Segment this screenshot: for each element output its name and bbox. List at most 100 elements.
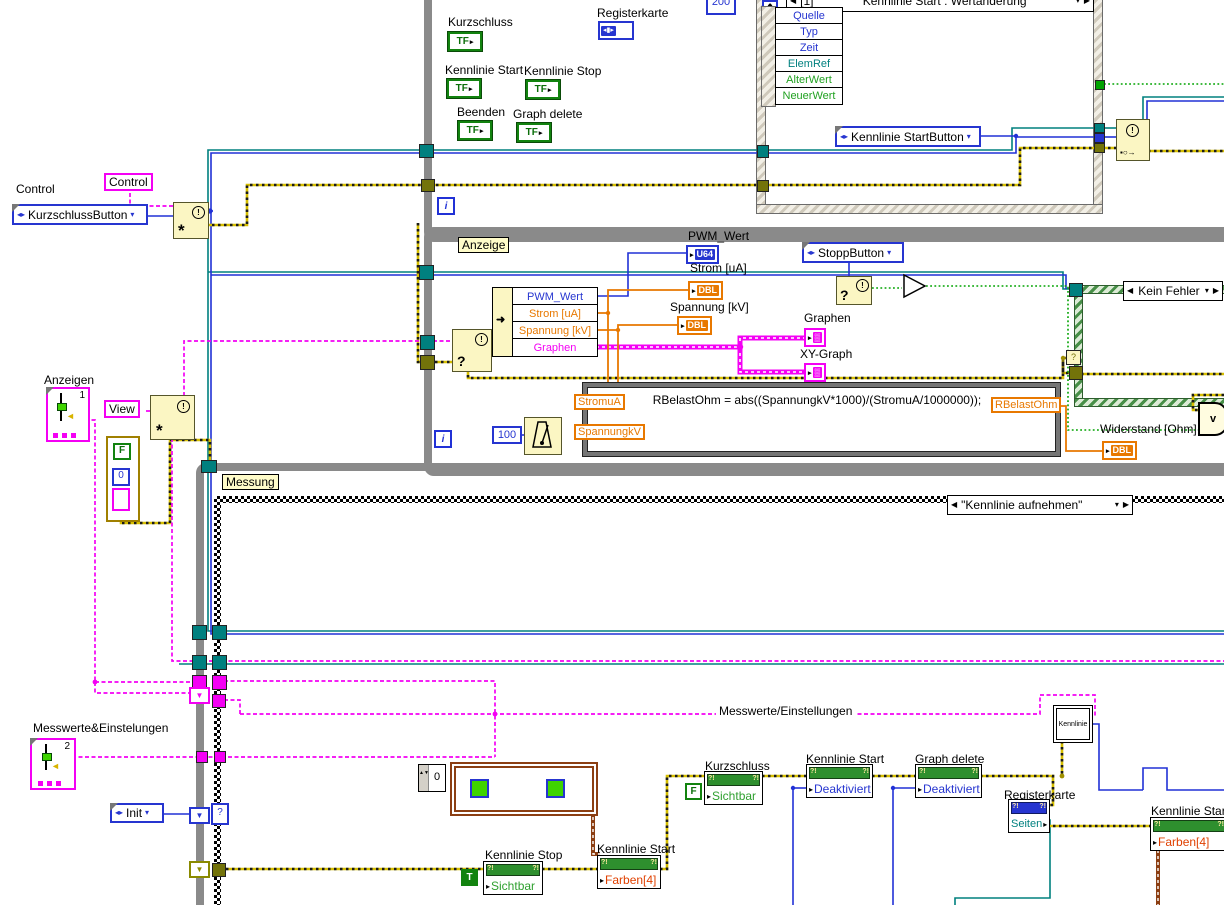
next-case-icon[interactable]: ▶ <box>1123 501 1129 509</box>
dropdown-icon[interactable]: ▾ <box>967 132 971 141</box>
kennlinie-stop-terminal[interactable]: TF ▸ <box>525 79 561 100</box>
tunnel[interactable] <box>420 335 435 350</box>
control-string-constant[interactable]: Control <box>104 173 153 191</box>
case-tunnel-question[interactable]: ? <box>211 803 229 825</box>
dropdown-icon[interactable]: ▾ <box>145 809 149 817</box>
init-enum-constant[interactable]: ◂▸ Init ▾ <box>110 803 164 823</box>
anzeigen-control-terminal[interactable]: 1 ◄ <box>46 387 90 442</box>
kennlinie-stop-property-node[interactable]: ?!?! ▸ Sichtbar <box>483 861 543 895</box>
formula-node[interactable]: RBelastOhm = abs((SpannungkV*1000)/(Stro… <box>583 383 1060 456</box>
formula-input-stromua[interactable]: StromuA <box>574 394 625 410</box>
tunnel[interactable] <box>212 675 227 690</box>
messung-case-selector[interactable]: ◀ "Kennlinie aufnehmen" ▾ ▶ <box>947 495 1133 515</box>
tunnel[interactable] <box>419 144 434 158</box>
numeric-zero-constant[interactable]: 0 <box>112 468 130 486</box>
prev-case-icon[interactable]: ◀ <box>951 501 957 509</box>
array-index-box[interactable]: ▲▼ 0 <box>418 764 446 792</box>
kennlinie-start-farben2-property-node[interactable]: ?!?! ▸ Farben[4] <box>1150 817 1224 851</box>
registerkarte-property-node[interactable]: ?!?! Seiten ▸ <box>1008 799 1050 833</box>
beenden-terminal[interactable]: TF ▸ <box>457 120 493 141</box>
event-structure-border-right[interactable] <box>1093 0 1103 214</box>
timeout-constant[interactable]: 200 <box>706 0 736 15</box>
kennlinie-start-farben-property-node[interactable]: ?!?! ▸ Farben[4] <box>597 855 661 889</box>
tunnel[interactable] <box>212 655 227 670</box>
index-arrows-icon[interactable]: ▲▼ <box>419 765 429 791</box>
error-cluster-constant[interactable]: F 0 <box>106 436 140 522</box>
tunnel[interactable] <box>1069 283 1083 297</box>
shift-register-left[interactable]: ▼ <box>189 807 210 824</box>
color-array-constant[interactable] <box>450 762 598 816</box>
graph-delete-terminal[interactable]: TF ▸ <box>516 122 552 143</box>
dropdown-icon[interactable]: ▾ <box>1115 501 1119 509</box>
case-structure-error-border-left[interactable] <box>1074 285 1083 407</box>
error-check-node[interactable]: ! ? <box>452 329 492 372</box>
boolean-false-constant[interactable]: F <box>685 783 702 800</box>
kennlinie-start-terminal[interactable]: TF ▸ <box>446 78 482 99</box>
dropdown-icon[interactable]: ▾ <box>887 248 891 257</box>
dropdown-icon[interactable]: ▾ <box>130 210 134 219</box>
tunnel[interactable] <box>419 265 434 280</box>
tunnel[interactable] <box>757 180 769 192</box>
tunnel[interactable] <box>1094 143 1105 153</box>
iteration-terminal[interactable]: i <box>437 197 455 215</box>
prev-case-icon[interactable]: ◀ <box>790 0 796 5</box>
tunnel[interactable] <box>421 179 435 192</box>
unbundle-field[interactable]: Graphen <box>512 338 598 357</box>
tunnel[interactable] <box>212 694 226 708</box>
while-loop-messung[interactable] <box>196 463 1224 905</box>
color-box-constant[interactable] <box>546 779 565 798</box>
dropdown-icon[interactable]: ▾ <box>1205 287 1209 295</box>
empty-string-constant[interactable] <box>112 488 130 511</box>
prev-case-icon[interactable]: ◀ <box>1127 287 1133 295</box>
iteration-terminal[interactable]: i <box>434 430 452 448</box>
tunnel[interactable] <box>214 751 226 763</box>
formula-input-spannungkv[interactable]: SpannungkV <box>574 424 645 440</box>
registerkarte-terminal[interactable]: ◂▮▸ <box>598 21 634 40</box>
boolean-false-constant[interactable]: F <box>113 443 131 460</box>
tunnel[interactable] <box>420 355 435 370</box>
event-data-node-strip[interactable] <box>761 6 776 107</box>
tunnel[interactable] <box>192 655 207 670</box>
tunnel[interactable] <box>212 863 226 877</box>
stoppbutton-ref-constant[interactable]: ◂▸ StoppButton ▾ <box>802 242 904 263</box>
tunnel[interactable] <box>1094 123 1105 133</box>
kurzschluss-terminal[interactable]: TF ▸ <box>447 31 483 52</box>
strom-indicator-terminal[interactable]: ▸ DBL <box>688 281 724 300</box>
tunnel[interactable] <box>192 625 207 640</box>
next-case-icon[interactable]: ▶ <box>1213 287 1219 295</box>
comparison-node[interactable] <box>902 273 928 299</box>
tunnel[interactable] <box>1069 366 1083 380</box>
tunnel[interactable] <box>757 145 769 158</box>
kurzschlussbutton-ref-constant[interactable]: ◂▸ KurzschlussButton ▾ <box>12 204 148 225</box>
or-function-node[interactable]: v <box>1198 402 1224 436</box>
event-structure-border-bottom[interactable] <box>756 204 1103 214</box>
unbundle-by-name-node[interactable]: ➜ PWM_Wert Strom [uA] Spannung [kV] Grap… <box>492 287 598 357</box>
error-case-selector[interactable]: ◀ Kein Fehler ▾ ▶ <box>1123 281 1223 301</box>
dropdown-icon[interactable]: ▾ <box>1076 0 1080 5</box>
tunnel[interactable] <box>212 625 227 640</box>
shift-register-left[interactable]: ▼ <box>189 861 210 878</box>
tunnel[interactable] <box>1094 133 1105 143</box>
kennlinie-start-deaktiviert-property-node[interactable]: ?!?! ▸ Deaktiviert <box>806 764 873 798</box>
wait-ms-constant[interactable]: 100 <box>492 426 522 444</box>
kennlinie-subvi[interactable]: Kennlinie <box>1053 705 1093 743</box>
graphen-indicator-terminal[interactable]: ▸ ▒ <box>804 328 827 347</box>
kennlinie-startbutton-ref-constant[interactable]: ◂▸ Kennlinie StartButton ▾ <box>835 126 981 147</box>
xy-graph-indicator-terminal[interactable]: ▸ ▒ <box>804 363 827 382</box>
generate-user-event-node[interactable]: ! ▪○→ <box>1116 119 1150 161</box>
next-case-icon[interactable]: ▶ <box>1084 0 1090 5</box>
widerstand-indicator-terminal[interactable]: ▸ DBL <box>1102 441 1138 460</box>
linked-tunnel[interactable]: ? <box>1066 350 1081 365</box>
graph-delete-property-node[interactable]: ?!?! ▸ Deaktiviert <box>915 764 982 798</box>
shift-register-left[interactable]: ▼ <box>189 687 210 704</box>
spannung-indicator-terminal[interactable]: ▸ DBL <box>677 316 713 335</box>
color-box-constant[interactable] <box>470 779 489 798</box>
register-events-node[interactable]: ! * <box>173 202 209 239</box>
tunnel[interactable] <box>1095 80 1105 90</box>
formula-output-rbelastohm[interactable]: RBelastOhm <box>991 397 1062 413</box>
wait-ms-node[interactable] <box>524 417 562 455</box>
messwerte-control-terminal[interactable]: 2 ◄ <box>30 738 76 790</box>
view-property-node[interactable]: ! * <box>150 395 195 440</box>
kurzschluss-property-node[interactable]: ?!?! ▸ Sichtbar <box>704 771 763 805</box>
tunnel[interactable] <box>201 460 217 473</box>
